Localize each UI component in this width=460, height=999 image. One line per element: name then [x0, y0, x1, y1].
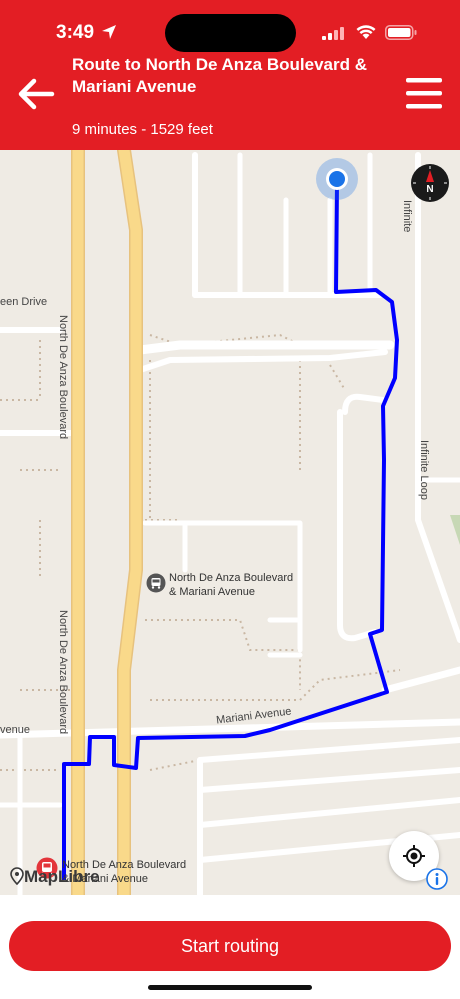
street-label-green-drive: een Drive	[0, 296, 48, 308]
bus-stop-icon[interactable]	[146, 573, 166, 593]
status-bar: 3:49	[0, 0, 460, 52]
route-title: Route to North De Anza Boulevard & Maria…	[72, 55, 367, 96]
map-pin-icon	[10, 867, 24, 886]
street-label-infinite-loop: Infinite Loop	[418, 440, 430, 500]
back-arrow-icon[interactable]	[14, 72, 58, 116]
user-location-marker	[316, 158, 358, 200]
bus-stop-label: North De Anza Boulevard & Mariani Avenue	[169, 571, 293, 599]
map-base-layer	[0, 150, 460, 895]
bus-stop-label-line1: North De Anza Boulevard	[169, 572, 294, 584]
street-label-avenue-left: venue	[0, 724, 30, 736]
compass-letter: N	[426, 184, 433, 195]
dynamic-island	[165, 14, 296, 52]
header-bar: 3:49 Route to North De Anza Boulevard & …	[0, 0, 460, 150]
maplibre-logo[interactable]: MapLibre	[10, 867, 100, 887]
street-label-infinite-top: Infinite	[401, 200, 413, 233]
start-routing-button[interactable]: Start routing	[9, 921, 451, 971]
home-indicator[interactable]	[148, 985, 312, 990]
street-label-de-anza-south: North De Anza Boulevard	[57, 610, 69, 735]
maplibre-text: MapLibre	[24, 867, 100, 886]
crosshair-icon	[403, 845, 425, 867]
status-time: 3:49	[56, 22, 95, 43]
street-label-de-anza-north: North De Anza Boulevard	[57, 315, 69, 440]
wifi-icon	[356, 25, 376, 39]
compass-icon[interactable]: N	[410, 163, 450, 203]
route-summary: 9 minutes - 1529 feet	[72, 121, 213, 138]
bus-stop-label-line2: & Mariani Avenue	[169, 586, 256, 598]
battery-icon	[385, 25, 417, 40]
location-arrow-icon	[102, 25, 116, 39]
cellular-signal-icon	[322, 27, 344, 40]
info-icon[interactable]	[426, 868, 448, 890]
route-map[interactable]: North De Anza Boulevard North De Anza Bo…	[0, 150, 460, 895]
hamburger-menu-icon[interactable]	[402, 74, 446, 112]
